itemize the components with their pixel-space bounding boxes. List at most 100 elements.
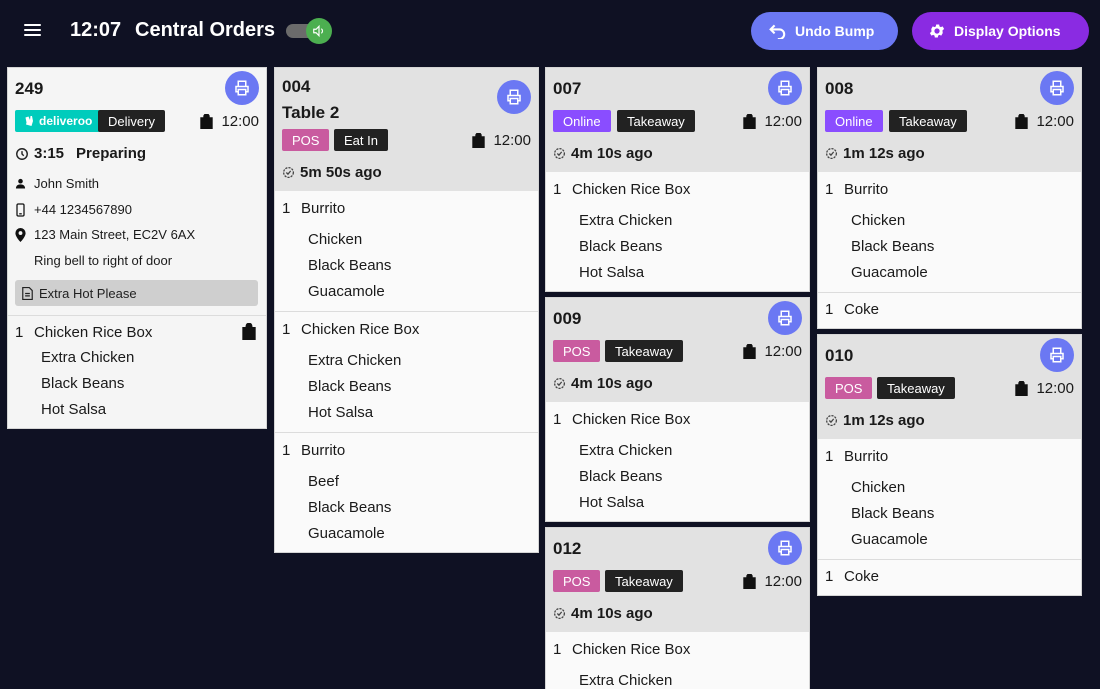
order-card-009[interactable]: 009 POS Takeaway 12:00 4m 10s ago 1 Chick…: [545, 297, 810, 522]
order-item[interactable]: 1 Chicken Rice Box Extra Chicken Black Be…: [546, 402, 809, 521]
item-modifier: Hot Salsa: [579, 264, 645, 281]
bag-icon: [242, 323, 256, 340]
printer-icon[interactable]: [225, 71, 259, 105]
order-card-004[interactable]: 004 Table 2 POS Eat In 12:00 5m 50s ago …: [274, 67, 539, 553]
bag-icon: [1015, 381, 1029, 396]
order-card-008[interactable]: 008 Online Takeaway 12:00 1m 12s ago 1 Bu…: [817, 67, 1082, 329]
customer-name: John Smith: [34, 176, 100, 191]
bag-icon: [743, 344, 757, 359]
order-item[interactable]: 1 Coke: [818, 293, 1081, 328]
undo-icon: [769, 24, 786, 39]
item-modifier: Extra Chicken: [579, 672, 673, 689]
elapsed-time: 1m 12s ago: [825, 412, 925, 429]
printer-icon[interactable]: [768, 71, 802, 105]
printer-icon[interactable]: [1040, 338, 1074, 372]
order-item[interactable]: 1 Burrito Beef Black Beans Guacamole: [275, 433, 538, 552]
order-item[interactable]: 1 Chicken Rice Box Extra Chicken Black Be…: [8, 315, 266, 428]
order-type-badge: Takeaway: [605, 570, 683, 592]
item-modifier: Extra Chicken: [579, 442, 673, 459]
order-note: Extra Hot Please: [15, 280, 258, 306]
phone-row: +44 1234567890: [15, 202, 132, 217]
order-card-249[interactable]: 249 deliveroo Delivery 12:00 3:15 Prepar…: [7, 67, 267, 429]
source-badge: POS: [825, 377, 873, 399]
item-modifier: Black Beans: [579, 238, 663, 255]
item-modifier: Black Beans: [308, 257, 392, 274]
order-type-badge: Takeaway: [877, 377, 955, 399]
order-note-text: Extra Hot Please: [39, 285, 137, 301]
prep-timer-value: 3:15: [34, 145, 65, 162]
item-modifier: Black Beans: [851, 505, 935, 522]
due-time: 12:00: [743, 113, 802, 130]
deliveroo-badge: deliveroo: [15, 110, 101, 132]
item-modifier: Black Beans: [308, 378, 392, 395]
printer-icon[interactable]: [768, 301, 802, 335]
order-header: 004 Table 2 POS Eat In 12:00 5m 50s ago: [275, 68, 538, 191]
due-time-value: 12:00: [1036, 113, 1074, 130]
check-clock-icon: [553, 377, 566, 390]
order-item[interactable]: 1 Burrito Chicken Black Beans Guacamole: [275, 191, 538, 312]
order-number: 009: [553, 309, 582, 328]
delivery-instructions-text: Ring bell to right of door: [34, 253, 173, 268]
check-clock-icon: [553, 607, 566, 620]
item-qty: 1: [282, 321, 291, 338]
elapsed-time: 4m 10s ago: [553, 375, 653, 392]
order-number: 012: [553, 539, 582, 558]
order-card-012[interactable]: 012 POS Takeaway 12:00 4m 10s ago 1 Chick…: [545, 527, 810, 689]
menu-icon[interactable]: [22, 20, 44, 40]
item-modifier: Extra Chicken: [579, 212, 673, 229]
source-badge: Online: [825, 110, 883, 132]
item-modifier: Guacamole: [308, 283, 385, 300]
order-card-007[interactable]: 007 Online Takeaway 12:00 4m 10s ago 1 Ch…: [545, 67, 810, 292]
undo-bump-button[interactable]: Undo Bump: [751, 12, 898, 50]
order-type-badge: Eat In: [334, 129, 388, 151]
item-name: 1 Burrito: [282, 200, 345, 217]
item-label: Burrito: [844, 448, 889, 465]
item-qty: 1: [553, 181, 562, 198]
top-bar: 12:07 Central Orders Undo Bump Display O…: [0, 0, 1100, 62]
elapsed-time-value: 4m 10s ago: [571, 605, 653, 622]
display-options-label: Display Options: [954, 23, 1061, 39]
order-number: 249: [15, 79, 44, 98]
item-modifier: Black Beans: [41, 375, 125, 392]
order-type-badge: Delivery: [98, 110, 165, 132]
item-name: 1 Burrito: [825, 448, 888, 465]
display-options-button[interactable]: Display Options: [912, 12, 1089, 50]
item-qty: 1: [15, 324, 24, 341]
order-card-010[interactable]: 010 POS Takeaway 12:00 1m 12s ago 1 Burri…: [817, 334, 1082, 596]
printer-icon[interactable]: [1040, 71, 1074, 105]
phone-icon: [16, 202, 25, 217]
order-item[interactable]: 1 Coke: [818, 560, 1081, 595]
item-qty: 1: [825, 181, 834, 198]
item-label: Chicken Rice Box: [572, 411, 691, 428]
order-number: 007: [553, 79, 582, 98]
order-header: 249 deliveroo Delivery 12:00 3:15 Prepar…: [8, 68, 266, 315]
clock-icon: [16, 147, 28, 160]
elapsed-time: 1m 12s ago: [825, 145, 925, 162]
item-label: Coke: [844, 568, 880, 585]
order-item[interactable]: 1 Burrito Chicken Black Beans Guacamole: [818, 439, 1081, 560]
item-name: 1 Coke: [825, 301, 879, 318]
address-row: 123 Main Street, EC2V 6AX: [15, 227, 195, 242]
item-modifier: Extra Chicken: [308, 352, 402, 369]
customer-phone: +44 1234567890: [34, 202, 132, 217]
sound-toggle[interactable]: [286, 18, 334, 44]
elapsed-time-value: 4m 10s ago: [571, 145, 653, 162]
order-item[interactable]: 1 Chicken Rice Box Extra Chicken: [546, 632, 809, 689]
order-item[interactable]: 1 Burrito Chicken Black Beans Guacamole: [818, 172, 1081, 293]
due-time-value: 12:00: [764, 573, 802, 590]
order-item[interactable]: 1 Chicken Rice Box Extra Chicken Black Be…: [546, 172, 809, 291]
printer-icon[interactable]: [768, 531, 802, 565]
item-qty: 1: [282, 200, 291, 217]
source-badge: POS: [282, 129, 330, 151]
printer-icon[interactable]: [497, 80, 531, 114]
item-name: 1 Chicken Rice Box: [553, 641, 690, 658]
item-label: Chicken Rice Box: [572, 641, 691, 658]
elapsed-time-value: 4m 10s ago: [571, 375, 653, 392]
table-name: Table 2: [282, 103, 340, 122]
item-qty: 1: [825, 568, 834, 585]
due-time: 12:00: [472, 132, 531, 149]
item-name: 1 Coke: [825, 568, 879, 585]
order-header: 007 Online Takeaway 12:00 4m 10s ago: [546, 68, 809, 172]
order-item[interactable]: 1 Chicken Rice Box Extra Chicken Black Be…: [275, 312, 538, 433]
order-type-badge: Takeaway: [605, 340, 683, 362]
